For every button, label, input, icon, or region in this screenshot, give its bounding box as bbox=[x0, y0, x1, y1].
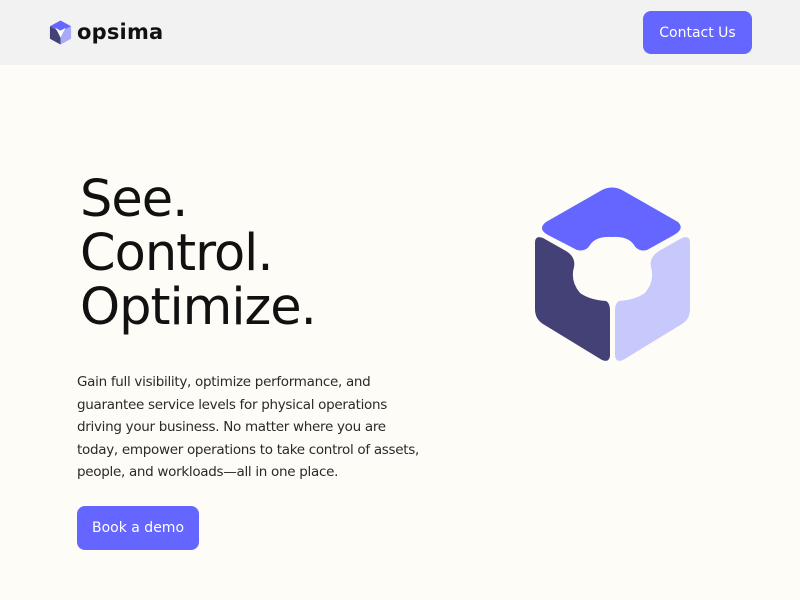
book-demo-button[interactable]: Book a demo bbox=[77, 506, 199, 550]
contact-us-button[interactable]: Contact Us bbox=[643, 11, 752, 54]
hero-description: Gain full visibility, optimize performan… bbox=[77, 374, 419, 481]
isometric-cube-icon bbox=[535, 187, 690, 361]
site-header: opsima Contact Us bbox=[0, 0, 800, 65]
hero-title-line: Control. bbox=[80, 224, 274, 283]
hero-title-line: See. bbox=[80, 170, 188, 229]
hero-title: See. Control. Optimize. bbox=[80, 170, 317, 337]
brand-name: opsima bbox=[77, 20, 164, 44]
opsima-cube-logo-icon bbox=[49, 19, 72, 45]
hero-title-line: Optimize. bbox=[80, 278, 317, 337]
brand-logo[interactable]: opsima bbox=[48, 19, 163, 45]
